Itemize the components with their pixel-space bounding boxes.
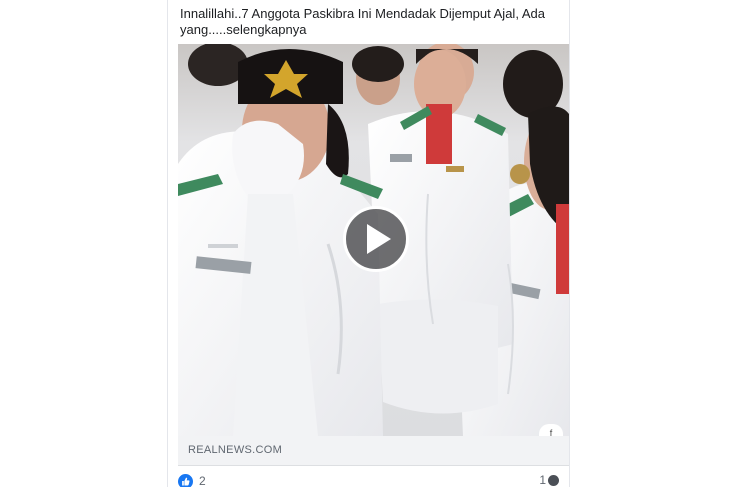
facebook-share-chip[interactable]: f [539, 424, 563, 436]
reaction-count: 2 [199, 474, 206, 487]
like-icon [178, 473, 193, 487]
video-player[interactable]: f [178, 44, 569, 436]
play-icon [367, 224, 391, 254]
comment-summary[interactable]: 1 [539, 473, 559, 487]
post-text-line-2: yang.....selengkapnya [180, 22, 307, 37]
link-preview-bar[interactable]: REALNEWS.COM [178, 436, 569, 466]
facebook-icon: f [549, 428, 553, 436]
post-text: Innalillahi..7 Anggota Paskibra Ini Mend… [180, 6, 560, 38]
link-domain: REALNEWS.COM [188, 444, 283, 456]
comment-count: 1 [539, 473, 546, 487]
play-button[interactable] [343, 206, 409, 272]
page: Innalillahi..7 Anggota Paskibra Ini Mend… [0, 0, 730, 487]
facebook-post-card: Innalillahi..7 Anggota Paskibra Ini Mend… [167, 0, 570, 487]
post-text-line-1: Innalillahi..7 Anggota Paskibra Ini Mend… [180, 6, 545, 21]
comment-icon [548, 474, 559, 486]
reaction-summary[interactable]: 2 [178, 473, 206, 487]
